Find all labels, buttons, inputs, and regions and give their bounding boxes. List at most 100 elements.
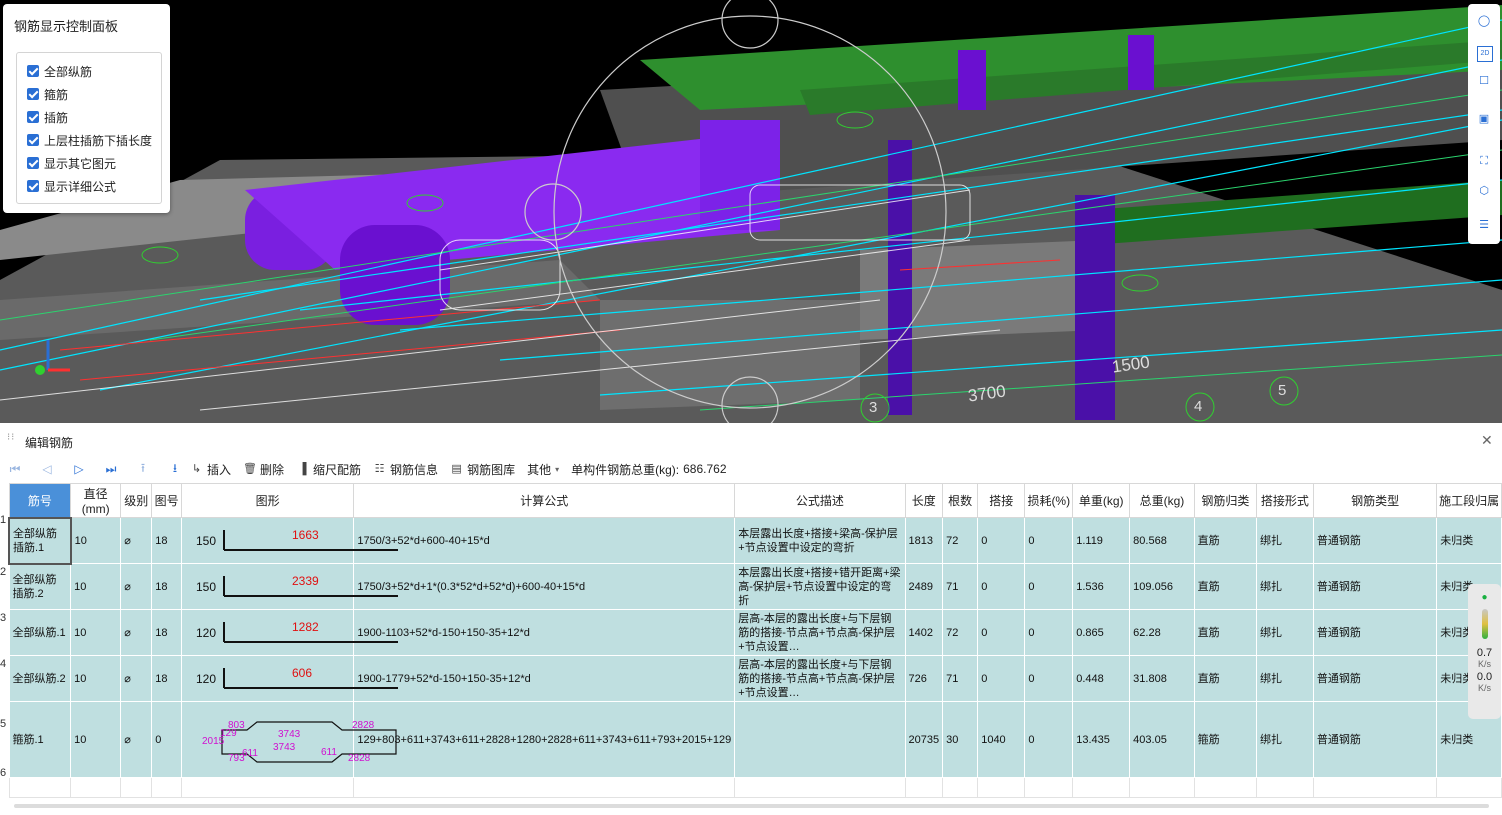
checkbox-checked-icon[interactable] <box>27 88 39 100</box>
table-row[interactable]: 全部纵筋.2 10 ⌀ 18 120 606 1900-1779+52*d-15… <box>8 655 1502 702</box>
cell-shape[interactable]: 150 1663 <box>180 517 398 564</box>
cell-count[interactable]: 71 <box>942 655 979 702</box>
box-select-icon[interactable]: ⬡ <box>1473 180 1495 202</box>
col-header-loss[interactable]: 损耗(%) <box>1024 483 1074 518</box>
cell-count[interactable]: 72 <box>942 517 979 564</box>
table-row[interactable]: 全部纵筋插筋.2 10 ⌀ 18 150 2339 1750/3+52*d+1*… <box>8 563 1502 610</box>
cell-loss[interactable] <box>1024 777 1074 798</box>
property-list-icon[interactable]: ☰ <box>1473 214 1495 236</box>
col-header-total-weight[interactable]: 总重(kg) <box>1129 483 1195 518</box>
drag-grip-icon[interactable]: ⁝⁝ <box>7 433 15 443</box>
checkbox-checked-icon[interactable] <box>27 157 39 169</box>
3d-viewport[interactable]: 3700 1500 3 4 5 钢筋显示控制面板 全部纵筋 箍筋 插筋 上层柱插… <box>0 0 1502 423</box>
cell-type[interactable]: 普通钢筋 <box>1312 517 1438 564</box>
cell-diameter[interactable]: 10 <box>70 655 122 702</box>
checkbox-checked-icon[interactable] <box>27 180 39 192</box>
cell-lap[interactable]: 0 <box>977 655 1026 702</box>
cell-unit-weight[interactable]: 1.119 <box>1072 517 1131 564</box>
option-stirrup[interactable]: 箍筋 <box>27 85 68 103</box>
cell-shape[interactable]: 120 606 <box>180 655 398 702</box>
cell-formula-desc[interactable] <box>734 777 906 798</box>
cell-shape[interactable] <box>180 777 355 798</box>
checkbox-checked-icon[interactable] <box>27 111 39 123</box>
cell-shape[interactable]: 120 1282 <box>180 609 398 656</box>
cell-lap-form[interactable] <box>1255 777 1314 798</box>
cell-lap[interactable]: 1040 <box>977 701 1026 778</box>
cell-bar-no[interactable]: 全部纵筋.1 <box>8 609 72 656</box>
other-dropdown[interactable]: 其他 ▾ <box>527 461 559 478</box>
cell-total-weight[interactable] <box>1129 777 1195 798</box>
col-header-type[interactable]: 钢筋类型 <box>1312 483 1438 518</box>
col-header-unit-weight[interactable]: 单重(kg) <box>1072 483 1131 518</box>
cell-lap[interactable]: 0 <box>977 517 1026 564</box>
cell-figure-no[interactable] <box>151 777 182 798</box>
cell-formula[interactable] <box>353 777 736 798</box>
cell-unit-weight[interactable]: 13.435 <box>1072 701 1131 778</box>
cell-total-weight[interactable]: 62.28 <box>1129 609 1195 656</box>
cell-formula[interactable]: 1750/3+52*d+1*(0.3*52*d+52*d)+600-40+15*… <box>353 563 736 610</box>
cell-category[interactable]: 直筋 <box>1193 563 1257 610</box>
delete-button[interactable]: 🗑 删除 <box>243 461 284 478</box>
cell-grade[interactable] <box>120 777 153 798</box>
cell-unit-weight[interactable]: 0.865 <box>1072 609 1131 656</box>
rotate-view-icon[interactable]: ◯ <box>1473 10 1495 32</box>
cell-formula-desc[interactable]: 本层露出长度+搭接+错开距离+梁高-保护层+节点设置中设定的弯折 <box>734 563 906 610</box>
table-row[interactable] <box>8 777 1502 798</box>
move-up-icon[interactable]: ⭱ <box>136 459 150 480</box>
first-record-icon[interactable]: ⏮ <box>8 462 22 477</box>
cell-unit-weight[interactable]: 1.536 <box>1072 563 1131 610</box>
cell-figure-no[interactable]: 0 <box>151 701 182 778</box>
cell-shape[interactable]: 150 2339 <box>180 563 398 610</box>
cell-lap-form[interactable]: 绑扎 <box>1255 655 1314 702</box>
cell-length[interactable]: 20735 <box>904 701 944 778</box>
cell-type[interactable]: 普通钢筋 <box>1312 609 1438 656</box>
cell-grade[interactable]: ⌀ <box>120 655 153 702</box>
cell-loss[interactable]: 0 <box>1024 563 1074 610</box>
cell-stage[interactable] <box>1436 777 1502 798</box>
checkbox-checked-icon[interactable] <box>27 65 39 77</box>
cell-figure-no[interactable]: 18 <box>151 609 182 656</box>
cell-formula-desc[interactable] <box>734 701 906 778</box>
cell-loss[interactable]: 0 <box>1024 517 1074 564</box>
option-upper-column-dowel[interactable]: 上层柱插筋下插长度 <box>27 131 152 149</box>
col-header-formula-desc[interactable]: 公式描述 <box>734 483 906 518</box>
cell-bar-no[interactable]: 箍筋.1 <box>8 701 72 778</box>
option-show-other-elements[interactable]: 显示其它图元 <box>27 154 116 172</box>
cell-lap[interactable]: 0 <box>977 563 1026 610</box>
col-header-figure-no[interactable]: 图号 <box>151 483 182 518</box>
view-2d-button[interactable]: 2D <box>1477 46 1493 62</box>
cell-type[interactable]: 普通钢筋 <box>1312 655 1438 702</box>
cell-grade[interactable]: ⌀ <box>120 517 153 564</box>
horizontal-scrollbar[interactable] <box>14 804 1489 808</box>
cell-diameter[interactable]: 10 <box>70 701 122 778</box>
cell-shape[interactable]: 803 3743 2828 129 2015 3743 611 611 2828… <box>180 701 397 778</box>
cell-count[interactable] <box>942 777 979 798</box>
col-header-shape[interactable]: 图形 <box>180 483 355 518</box>
cell-lap[interactable]: 0 <box>977 609 1026 656</box>
next-record-icon[interactable]: ▷ <box>72 462 86 476</box>
option-show-detailed-formula[interactable]: 显示详细公式 <box>27 177 116 195</box>
col-header-stage[interactable]: 施工段归属 <box>1436 483 1502 518</box>
cell-bar-no[interactable]: 全部纵筋插筋.2 <box>8 563 72 610</box>
cell-length[interactable] <box>904 777 944 798</box>
cell-category[interactable]: 直筋 <box>1193 655 1257 702</box>
cell-formula-desc[interactable]: 本层露出长度+搭接+梁高-保护层+节点设置中设定的弯折 <box>734 517 906 564</box>
col-header-category[interactable]: 钢筋归类 <box>1193 483 1257 518</box>
cell-formula[interactable]: 1900-1779+52*d-150+150-35+12*d <box>353 655 736 702</box>
cell-type[interactable]: 普通钢筋 <box>1312 701 1438 778</box>
cell-category[interactable]: 箍筋 <box>1193 701 1257 778</box>
option-all-longitudinal[interactable]: 全部纵筋 <box>27 62 92 80</box>
cell-grade[interactable]: ⌀ <box>120 701 153 778</box>
insert-button[interactable]: ↳ 插入 <box>190 461 231 478</box>
cell-count[interactable]: 72 <box>942 609 979 656</box>
col-header-lap[interactable]: 搭接 <box>977 483 1026 518</box>
col-header-bar-no[interactable]: 筋号 <box>8 483 72 518</box>
cell-grade[interactable]: ⌀ <box>120 563 153 610</box>
cell-diameter[interactable]: 10 <box>70 563 122 610</box>
cell-lap[interactable] <box>977 777 1026 798</box>
close-icon[interactable]: ✕ <box>1481 432 1493 449</box>
fit-screen-icon[interactable]: ⛶ <box>1473 150 1495 172</box>
cell-length[interactable]: 726 <box>904 655 944 702</box>
cell-total-weight[interactable]: 403.05 <box>1129 701 1195 778</box>
col-header-diameter[interactable]: 直径(mm) <box>70 483 122 518</box>
